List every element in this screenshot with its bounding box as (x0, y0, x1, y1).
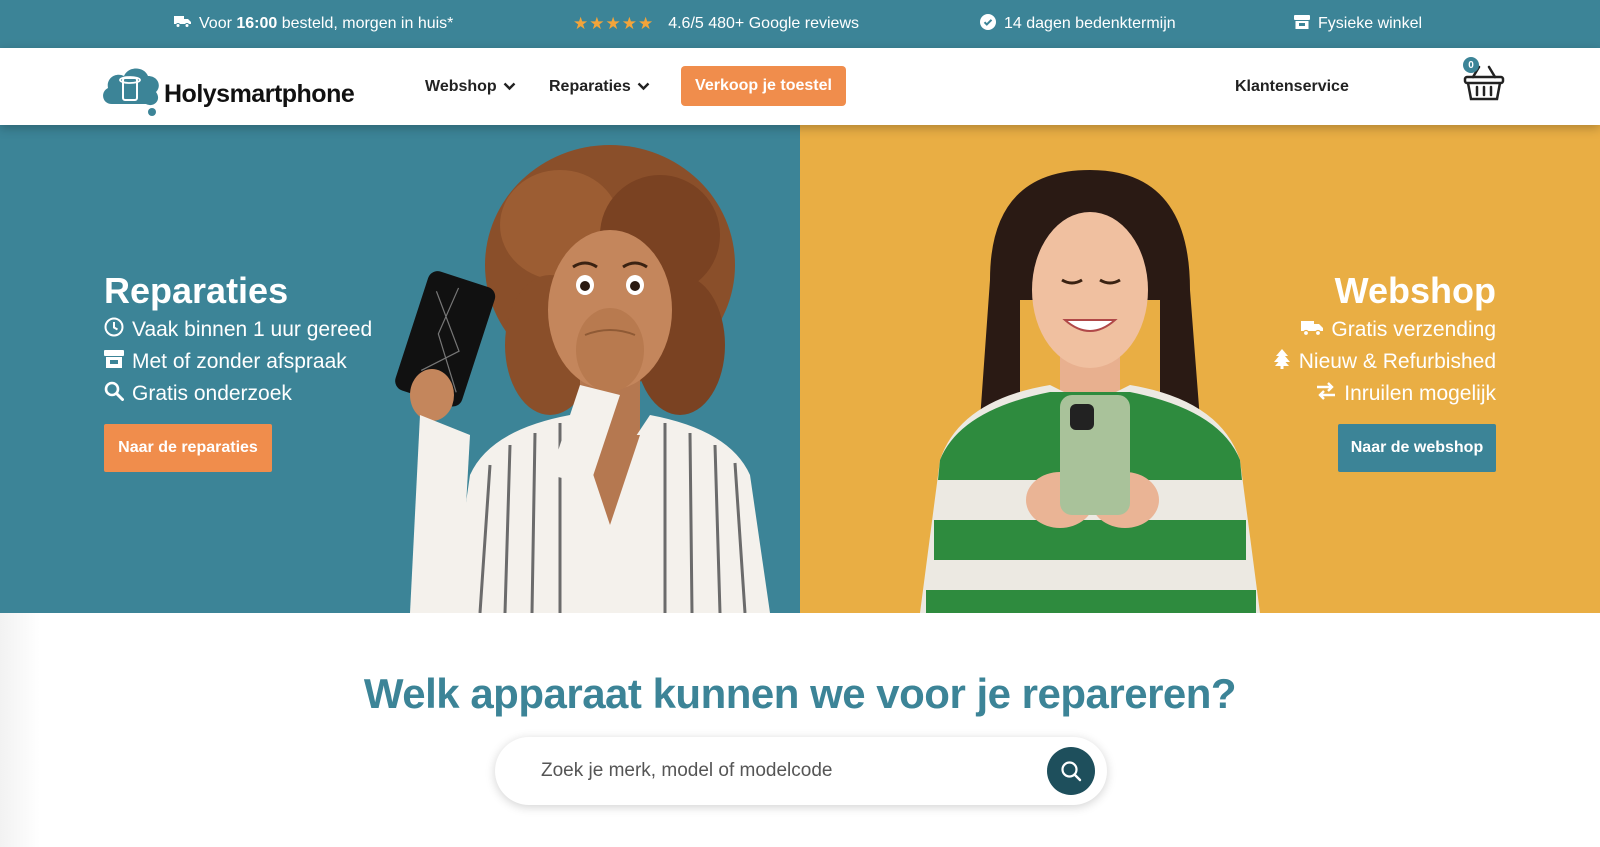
left-edge-shade (0, 613, 40, 847)
cart-button[interactable]: 0 (1463, 57, 1505, 103)
search-heading: Welk apparaat kunnen we voor je reparere… (363, 670, 1237, 717)
repairs-features: Vaak binnen 1 uur gereed Met of zonder a… (104, 314, 372, 410)
site-header: Holysmartphone Webshop Reparaties Verkoo… (0, 48, 1600, 125)
repairs-title: Reparaties (104, 270, 289, 311)
nav-webshop-label: Webshop (425, 77, 497, 95)
cart-count-badge: 0 (1463, 57, 1479, 73)
to-webshop-button[interactable]: Naar de webshop (1338, 424, 1496, 472)
delivery-suffix: besteld, morgen in huis* (281, 15, 454, 32)
delivery-time: 16:00 (236, 15, 278, 32)
truck-icon (174, 15, 191, 33)
logo-text: Holysmartphone (164, 80, 355, 108)
nav-customer-service[interactable]: Klantenservice (1235, 48, 1349, 125)
top-info-bar: Voor 16:00 besteld, morgen in huis* ★★★★… (0, 0, 1600, 48)
woman-with-broken-phone-image (395, 145, 770, 613)
chevron-down-icon (637, 78, 650, 96)
to-repairs-button[interactable]: Naar de reparaties (104, 424, 272, 472)
cloud-phone-icon (103, 68, 159, 116)
feature-text: Met of zonder afspraak (132, 350, 347, 373)
repairs-copy: Reparaties Vaak binnen 1 uur gereed Met … (104, 270, 372, 472)
list-item: Nieuw & Refurbished (1273, 346, 1496, 378)
feature-text: Vaak binnen 1 uur gereed (132, 318, 373, 341)
repairs-hero: Reparaties Vaak binnen 1 uur gereed Met … (0, 125, 800, 613)
physical-store[interactable]: Fysieke winkel (1294, 0, 1422, 48)
return-policy-text: 14 dagen bedenktermijn (1004, 15, 1176, 32)
search-input[interactable] (541, 737, 1021, 805)
chevron-down-icon (503, 78, 516, 96)
search-icon (1061, 761, 1082, 782)
feature-text: Inruilen mogelijk (1344, 382, 1496, 405)
feature-text: Gratis verzending (1331, 318, 1496, 341)
return-policy: 14 dagen bedenktermijn (980, 0, 1176, 48)
delivery-prefix: Voor (199, 15, 232, 32)
list-item: Inruilen mogelijk (1273, 378, 1496, 410)
webshop-title: Webshop (1334, 270, 1496, 311)
nav-service-label: Klantenservice (1235, 77, 1349, 95)
truck-icon (1301, 318, 1324, 342)
clock-icon (104, 317, 124, 343)
check-circle-icon (980, 13, 996, 35)
store-icon (104, 350, 124, 374)
star-icon: ★★★★★ (573, 14, 655, 33)
nav-reparaties-label: Reparaties (549, 77, 631, 95)
tree-icon (1273, 349, 1291, 375)
webshop-features: Gratis verzending Nieuw & Refurbished In… (1273, 314, 1496, 410)
list-item: Gratis onderzoek (104, 378, 372, 410)
sell-device-button[interactable]: Verkoop je toestel (681, 66, 846, 106)
search-box (495, 737, 1107, 805)
list-item: Vaak binnen 1 uur gereed (104, 314, 372, 346)
webshop-copy: Webshop Gratis verzending Nieuw & Refurb… (1273, 270, 1496, 472)
search-button[interactable] (1047, 747, 1095, 795)
feature-text: Nieuw & Refurbished (1298, 350, 1496, 373)
nav-reparaties[interactable]: Reparaties (549, 48, 650, 125)
nav-webshop[interactable]: Webshop (425, 48, 516, 125)
reviews-text: 4.6/5 480+ Google reviews (668, 15, 859, 32)
swap-icon (1316, 382, 1336, 406)
list-item: Gratis verzending (1273, 314, 1496, 346)
list-item: Met of zonder afspraak (104, 346, 372, 378)
webshop-hero: Webshop Gratis verzending Nieuw & Refurb… (800, 125, 1600, 613)
feature-text: Gratis onderzoek (132, 382, 292, 405)
woman-with-phone-image (920, 170, 1260, 613)
store-icon (1294, 14, 1310, 34)
search-icon (104, 381, 124, 407)
store-text: Fysieke winkel (1318, 15, 1423, 32)
delivery-info: Voor 16:00 besteld, morgen in huis* (174, 0, 453, 48)
google-reviews[interactable]: ★★★★★ 4.6/5 480+ Google reviews (573, 0, 859, 48)
